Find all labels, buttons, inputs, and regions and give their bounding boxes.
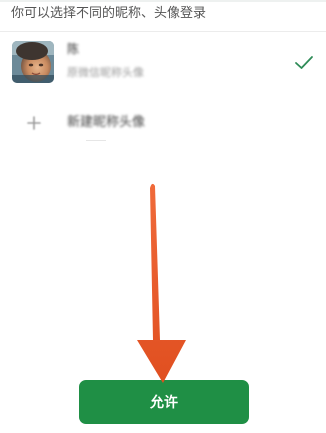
login-prompt: 你可以选择不同的昵称、头像登录 (11, 6, 207, 21)
new-identity-option[interactable]: 新建昵称头像 (0, 104, 326, 146)
avatar (12, 41, 54, 83)
check-icon (295, 56, 313, 69)
account-name: 陈 (67, 42, 80, 56)
plus-icon (27, 116, 41, 130)
new-identity-label: 新建昵称头像 (67, 115, 146, 130)
account-option[interactable]: 陈 原微信昵称头像 (0, 32, 326, 90)
allow-button[interactable]: 允许 (79, 380, 249, 424)
allow-button-label: 允许 (150, 395, 178, 411)
divider (86, 140, 106, 141)
account-description: 原微信昵称头像 (67, 66, 144, 79)
top-edge (0, 0, 326, 2)
